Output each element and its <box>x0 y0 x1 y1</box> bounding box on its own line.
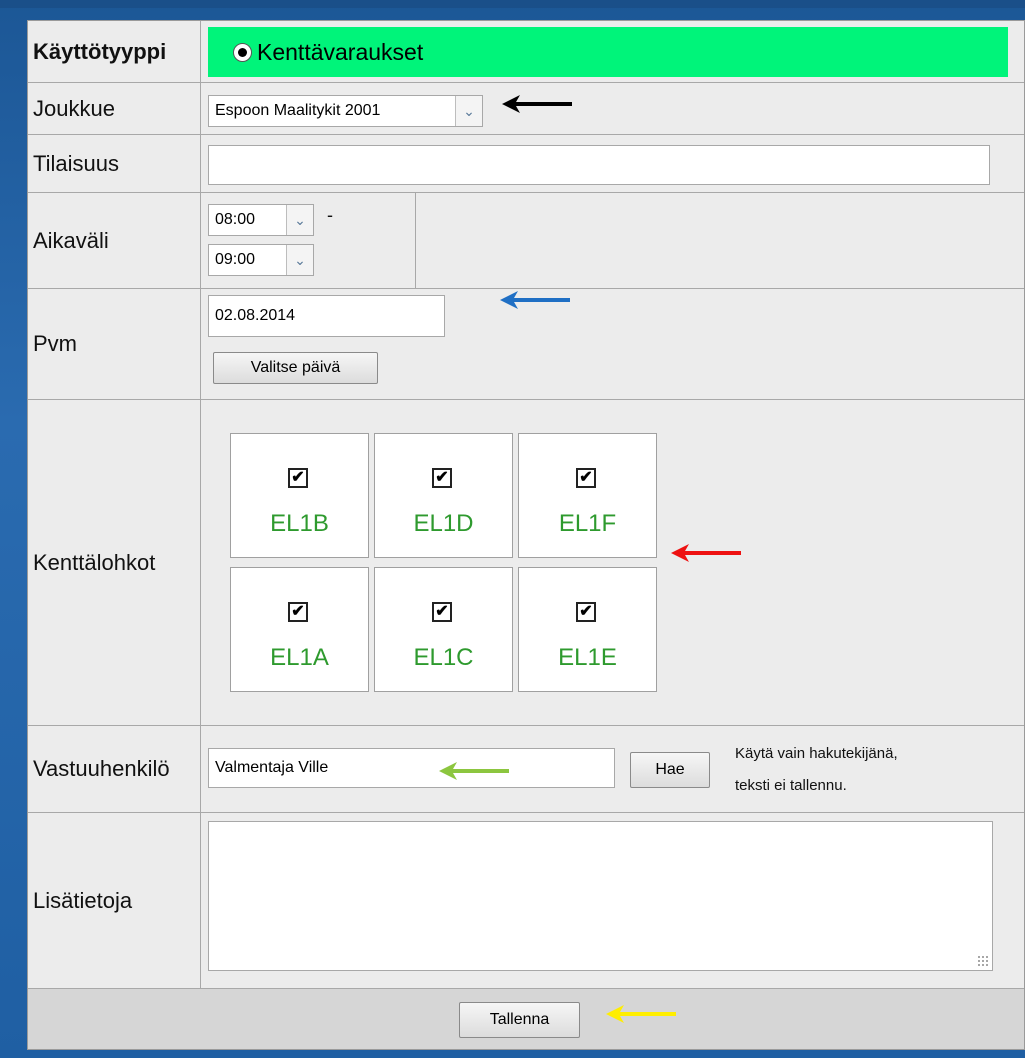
green-arrow-icon <box>439 760 509 782</box>
field-tile-label: EL1D <box>413 510 474 537</box>
end-time-value: 09:00 <box>215 251 256 268</box>
usage-type-value: Kenttävaraukset <box>202 21 1024 82</box>
field-tile-label: EL1E <box>558 644 617 671</box>
event-input[interactable] <box>208 145 990 185</box>
checkbox-checked-icon[interactable]: ✔ <box>576 602 596 622</box>
field-blocks-value: ✔ EL1B ✔ EL1D ✔ EL1F ✔ EL1A ✔ EL1C ✔ EL1… <box>202 400 1024 725</box>
field-tile-el1f[interactable]: ✔ EL1F <box>518 433 657 558</box>
time-separator: - <box>327 205 333 225</box>
field-tile-label: EL1A <box>270 644 329 671</box>
usage-type-option-label: Kenttävaraukset <box>257 38 424 65</box>
event-row: Tilaisuus <box>28 135 1024 193</box>
checkbox-checked-icon[interactable]: ✔ <box>432 468 452 488</box>
field-tile-el1d[interactable]: ✔ EL1D <box>374 433 513 558</box>
reservation-form: Käyttötyyppi Kenttävaraukset Joukkue Esp… <box>27 20 1025 1050</box>
chevron-down-icon[interactable]: ⌄ <box>286 205 313 235</box>
extra-info-label: Lisätietoja <box>28 813 201 988</box>
date-label: Pvm <box>28 289 201 399</box>
date-value: 02.08.2014 Valitse päivä <box>202 289 1024 399</box>
event-value <box>202 135 1024 192</box>
field-tile-el1e[interactable]: ✔ EL1E <box>518 567 657 692</box>
checkbox-checked-icon[interactable]: ✔ <box>432 602 452 622</box>
save-button[interactable]: Tallenna <box>459 1002 580 1038</box>
responsible-input[interactable]: Valmentaja Ville <box>208 748 615 788</box>
end-time-select[interactable]: 09:00 ⌄ <box>208 244 314 276</box>
field-tile-el1a[interactable]: ✔ EL1A <box>230 567 369 692</box>
checkbox-checked-icon[interactable]: ✔ <box>576 468 596 488</box>
usage-type-radio-bar[interactable]: Kenttävaraukset <box>208 27 1008 77</box>
team-label: Joukkue <box>28 83 201 134</box>
start-time-value: 08:00 <box>215 211 256 228</box>
search-button[interactable]: Hae <box>630 752 710 788</box>
chevron-down-icon[interactable]: ⌄ <box>286 245 313 275</box>
team-select-value: Espoon Maalitykit 2001 <box>215 102 381 119</box>
date-input[interactable]: 02.08.2014 <box>208 295 445 337</box>
pick-date-button[interactable]: Valitse päivä <box>213 352 378 384</box>
usage-type-row: Käyttötyyppi Kenttävaraukset <box>28 21 1024 83</box>
field-tile-label: EL1B <box>270 510 329 537</box>
team-select[interactable]: Espoon Maalitykit 2001 ⌄ <box>208 95 483 127</box>
time-range-label: Aikaväli <box>28 193 201 288</box>
field-tile-el1b[interactable]: ✔ EL1B <box>230 433 369 558</box>
extra-info-row: Lisätietoja <box>28 813 1024 989</box>
event-label: Tilaisuus <box>28 135 201 192</box>
checkbox-checked-icon[interactable]: ✔ <box>288 468 308 488</box>
responsible-label: Vastuuhenkilö <box>28 726 201 812</box>
team-value: Espoon Maalitykit 2001 ⌄ <box>202 83 1024 134</box>
yellow-arrow-icon <box>606 1003 676 1025</box>
time-range-value: 08:00 ⌄ - 09:00 ⌄ <box>202 193 1024 288</box>
usage-type-label: Käyttötyyppi <box>28 21 201 82</box>
black-arrow-icon <box>502 93 572 115</box>
window-top-strip <box>0 0 1025 8</box>
field-blocks-label: Kenttälohkot <box>28 400 201 725</box>
form-footer: Tallenna <box>28 989 1024 1049</box>
chevron-down-icon[interactable]: ⌄ <box>455 96 482 126</box>
resize-grip-icon[interactable] <box>977 955 989 967</box>
search-note-line-1: Käytä vain hakutekijänä, <box>735 745 898 762</box>
field-blocks-row: Kenttälohkot ✔ EL1B ✔ EL1D ✔ EL1F ✔ EL1A… <box>28 400 1024 726</box>
field-tile-label: EL1C <box>413 644 474 671</box>
responsible-row: Vastuuhenkilö Valmentaja Ville Hae Käytä… <box>28 726 1024 813</box>
checkbox-checked-icon[interactable]: ✔ <box>288 602 308 622</box>
extra-info-textarea[interactable] <box>208 821 993 971</box>
field-tile-label: EL1F <box>558 510 617 537</box>
responsible-value: Valmentaja Ville Hae Käytä vain hakuteki… <box>202 726 1024 812</box>
start-time-select[interactable]: 08:00 ⌄ <box>208 204 314 236</box>
blue-arrow-icon <box>500 289 570 311</box>
radio-selected-icon[interactable] <box>233 42 252 62</box>
field-tile-el1c[interactable]: ✔ EL1C <box>374 567 513 692</box>
extra-info-value <box>202 813 1024 988</box>
search-note-line-2: teksti ei tallennu. <box>735 777 847 794</box>
time-range-row: Aikaväli 08:00 ⌄ - 09:00 ⌄ <box>28 193 1024 289</box>
red-arrow-icon <box>671 542 741 564</box>
time-divider <box>415 193 416 288</box>
